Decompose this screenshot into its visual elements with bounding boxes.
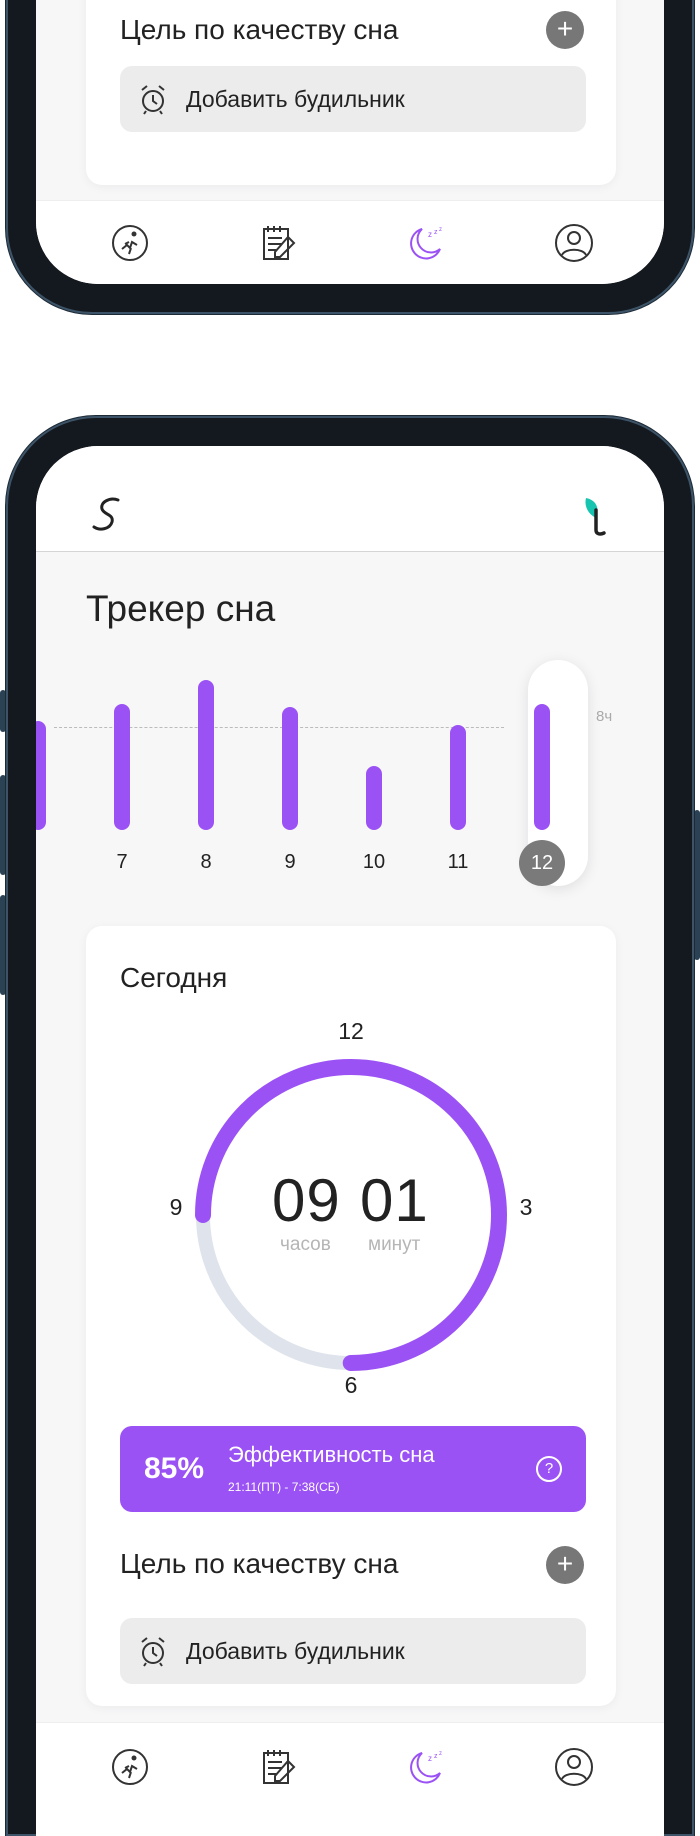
notepad-icon[interactable]	[258, 223, 298, 263]
goal-title: Цель по качеству сна	[120, 14, 399, 45]
clock-label-12: 12	[338, 1018, 364, 1044]
today-card: Сегодня 12 3 6 9 09 01 часов минут 85% Э…	[86, 926, 616, 1706]
add-goal-button[interactable]: +	[546, 11, 584, 49]
sleep-efficiency-banner[interactable]: 85% Эффективность сна 21:11(ПТ) - 7:38(С…	[120, 1426, 586, 1512]
sleep-bar[interactable]	[450, 725, 466, 830]
plus-icon: +	[556, 1548, 574, 1579]
add-alarm-button[interactable]: Добавить будильник	[120, 66, 586, 132]
moon-icon[interactable]: z z z	[406, 223, 446, 263]
brand-leaf-icon	[585, 498, 606, 536]
phone-screen-top: Цель по качеству сна + Добавить будильни…	[36, 0, 664, 284]
add-goal-button[interactable]: +	[546, 1546, 584, 1584]
plus-icon: +	[556, 13, 574, 44]
minutes-unit: минут	[368, 1234, 421, 1255]
alarm-clock-icon	[141, 85, 165, 115]
svg-text:z: z	[434, 229, 438, 236]
reference-label: 8ч	[596, 708, 613, 725]
sleep-bar[interactable]	[114, 704, 130, 830]
sleep-bar[interactable]	[282, 707, 298, 830]
day-label[interactable]: 11	[438, 851, 478, 874]
efficiency-range: 21:11(ПТ) - 7:38(СБ)	[228, 1480, 340, 1494]
bottom-nav: z z z	[36, 1722, 664, 1836]
day-label[interactable]: 9	[270, 851, 310, 874]
add-alarm-label: Добавить будильник	[186, 1637, 405, 1664]
efficiency-percent: 85%	[144, 1452, 205, 1485]
sleep-bar[interactable]	[366, 765, 382, 830]
minutes-value: 01	[360, 1167, 429, 1234]
running-icon[interactable]	[110, 223, 150, 263]
svg-text:z: z	[439, 1751, 442, 1757]
page-title: Трекер сна	[86, 588, 276, 629]
notepad-icon[interactable]	[258, 1747, 298, 1787]
svg-text:z: z	[428, 230, 432, 239]
goal-card-top: Цель по качеству сна + Добавить будильни…	[86, 0, 616, 185]
add-alarm-label: Добавить будильник	[186, 85, 405, 112]
day-label[interactable]: 8	[186, 851, 226, 874]
user-icon[interactable]	[554, 1747, 594, 1787]
day-label[interactable]: 10	[354, 851, 394, 874]
day-label[interactable]: 12	[519, 840, 565, 886]
day-label[interactable]: 7	[102, 851, 142, 874]
efficiency-label: Эффективность сна	[228, 1442, 435, 1467]
clock-label-3: 3	[519, 1194, 533, 1220]
phone-screen-main: Трекер сна 8ч 7 8 9 10 11 12 Сегодня 12 3 6 9…	[36, 446, 664, 1836]
app-logo-icon[interactable]	[88, 494, 124, 536]
app-header	[36, 446, 664, 552]
svg-text:z: z	[434, 1753, 438, 1760]
side-button	[694, 810, 700, 960]
hours-value: 09	[272, 1167, 341, 1234]
sleep-bar[interactable]	[36, 720, 46, 830]
question-icon[interactable]: ?	[536, 1456, 562, 1482]
sleep-ring	[195, 1059, 507, 1371]
moon-icon[interactable]: z z z	[406, 1747, 446, 1787]
sleep-bar[interactable]	[198, 680, 214, 830]
sleep-bar[interactable]	[534, 704, 550, 830]
alarm-clock-icon	[141, 1637, 165, 1667]
user-icon[interactable]	[554, 223, 594, 263]
clock-label-9: 9	[169, 1194, 183, 1220]
clock-label-6: 6	[344, 1372, 358, 1398]
running-icon[interactable]	[110, 1747, 150, 1787]
hours-unit: часов	[280, 1234, 331, 1255]
add-alarm-button[interactable]: Добавить будильник	[120, 1618, 586, 1684]
svg-text:z: z	[439, 227, 442, 233]
bottom-nav-top: z z z	[36, 200, 664, 284]
goal-title: Цель по качеству сна	[120, 1548, 399, 1579]
svg-text:z: z	[428, 1754, 432, 1763]
today-title: Сегодня	[120, 962, 228, 993]
